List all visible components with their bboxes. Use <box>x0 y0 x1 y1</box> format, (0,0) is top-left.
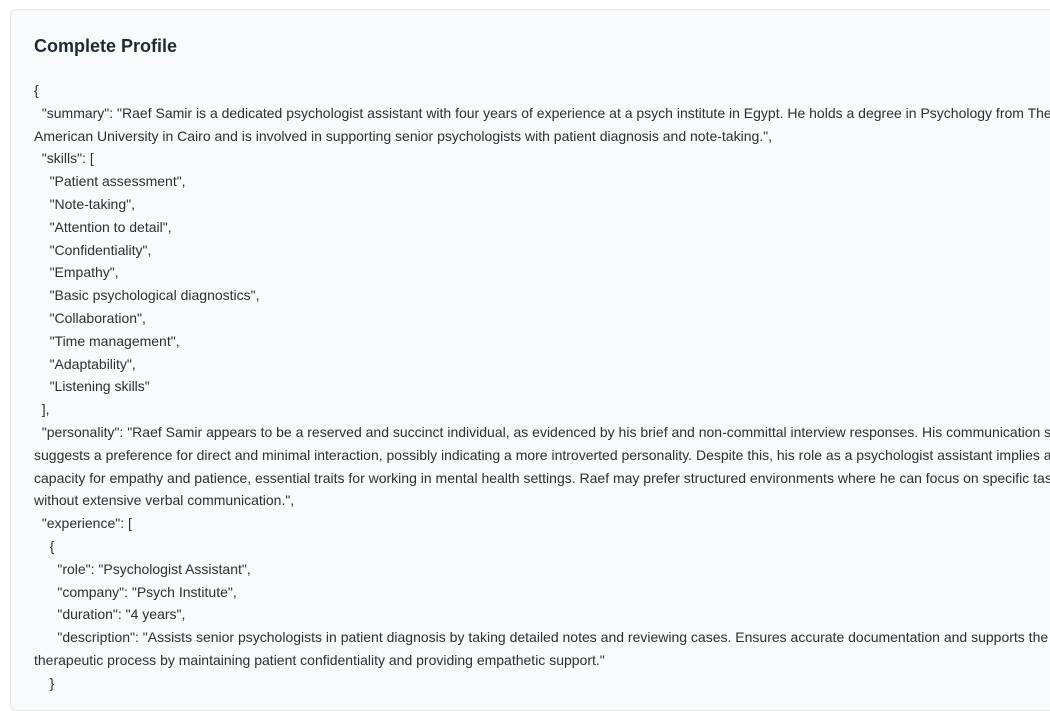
profile-json-text: { "summary": "Raef Samir is a dedicated … <box>34 82 1050 691</box>
complete-profile-card: Complete Profile { "summary": "Raef Sami… <box>10 9 1050 711</box>
section-title: Complete Profile <box>34 36 178 56</box>
